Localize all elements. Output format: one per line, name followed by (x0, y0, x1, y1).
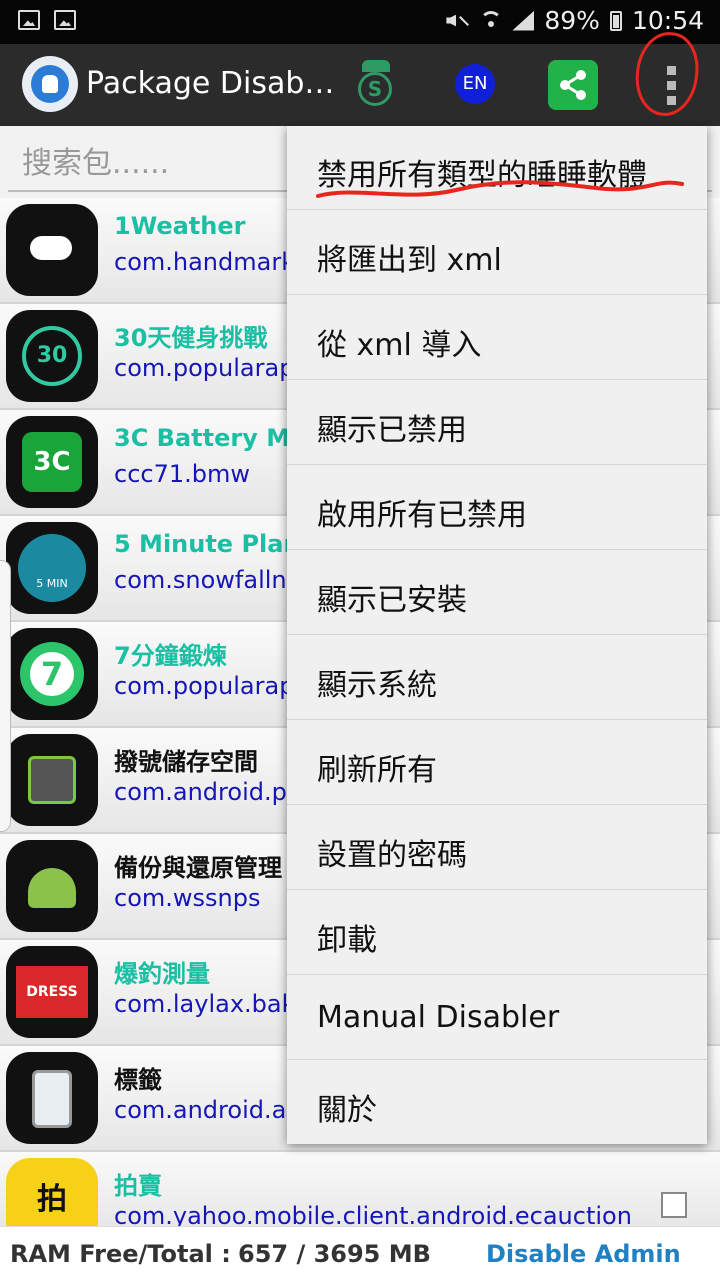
app-package: com.laylax.bak (114, 990, 296, 1018)
overflow-menu: 禁用所有類型的睡睡軟體 將匯出到 xml 從 xml 導入 顯示已禁用 啟用所有… (287, 126, 707, 1144)
edge-panel-handle[interactable] (0, 560, 11, 832)
app-package: com.snowfalln (114, 566, 287, 594)
ram-value: 657 / 3695 MB (238, 1240, 431, 1268)
android-app-icon (6, 840, 98, 932)
share-button[interactable] (548, 60, 598, 110)
signal-icon (512, 10, 535, 31)
disable-admin-button[interactable]: Disable Admin (486, 1240, 681, 1268)
app-name: 標籤 (114, 1066, 162, 1094)
footer-bar: RAM Free/Total : 657 / 3695 MB Disable A… (0, 1226, 720, 1281)
app-logo-icon (22, 56, 78, 112)
tag-app-icon (6, 1052, 98, 1144)
menu-item-manual-disabler[interactable]: Manual Disabler (287, 976, 707, 1060)
app-bar: Package Disab… S EN (0, 44, 720, 126)
app-name: 爆釣測量 (114, 960, 210, 988)
app-package: com.handmark (114, 248, 296, 276)
app-name: 撥號儲存空間 (114, 748, 258, 776)
app-title: Package Disab… (86, 66, 335, 101)
menu-item-show-installed[interactable]: 顯示已安裝 (287, 551, 707, 635)
battery-3c-app-icon: 3C (6, 416, 98, 508)
menu-item-about[interactable]: 關於 (287, 1061, 707, 1145)
battery-icon (609, 10, 622, 31)
yahoo-auction-app-icon: 拍 (6, 1158, 98, 1232)
weather-app-icon (6, 204, 98, 296)
menu-item-enable-all-disabled[interactable]: 啟用所有已禁用 (287, 466, 707, 550)
app-package: com.popularap (114, 672, 295, 700)
phone-app-icon (6, 734, 98, 826)
plank-app-icon: 5 MIN (6, 522, 98, 614)
list-item[interactable]: 拍 拍賣 com.yahoo.mobile.client.android.eca… (0, 1152, 720, 1234)
share-icon (560, 70, 586, 100)
app-package: com.android.p (114, 778, 287, 806)
app-name: 備份與還原管理 (114, 854, 282, 882)
app-package: ccc71.bmw (114, 460, 250, 488)
menu-item-uninstall[interactable]: 卸載 (287, 891, 707, 975)
dress-app-icon: DRESS (6, 946, 98, 1038)
menu-item-show-disabled[interactable]: 顯示已禁用 (287, 381, 707, 465)
menu-item-import-xml[interactable]: 從 xml 導入 (287, 296, 707, 380)
annotation-underline (316, 180, 684, 198)
language-en-button[interactable]: EN (455, 64, 495, 104)
app-name: 7分鐘鍛煉 (114, 642, 227, 670)
premium-s-icon[interactable]: S (356, 60, 396, 106)
wifi-icon (480, 10, 503, 31)
gallery-notification-icon (18, 10, 40, 30)
fitness-30-app-icon: 30 (6, 310, 98, 402)
photo-notification-icon (54, 10, 76, 30)
menu-item-export-xml[interactable]: 將匯出到 xml (287, 211, 707, 295)
disable-checkbox[interactable] (661, 1192, 687, 1218)
menu-item-set-password[interactable]: 設置的密碼 (287, 806, 707, 890)
app-name: 拍賣 (114, 1172, 162, 1200)
app-package: com.android.a (114, 1096, 287, 1124)
clock: 10:54 (631, 6, 704, 35)
s-icon-label: S (358, 72, 392, 106)
mute-icon (444, 11, 470, 31)
menu-item-show-system[interactable]: 顯示系統 (287, 636, 707, 720)
app-package: com.wssnps (114, 884, 261, 912)
menu-item-refresh-all[interactable]: 刷新所有 (287, 721, 707, 805)
app-name: 1Weather (114, 212, 246, 240)
battery-percent: 89% (544, 6, 600, 35)
status-bar: 89% 10:54 (0, 0, 720, 44)
seven-minute-app-icon: 7 (6, 628, 98, 720)
ram-label: RAM Free/Total : (10, 1240, 231, 1268)
app-name: 30天健身挑戰 (114, 324, 268, 352)
app-package: com.popularap (114, 354, 295, 382)
app-name: 3C Battery Mo (114, 424, 307, 452)
